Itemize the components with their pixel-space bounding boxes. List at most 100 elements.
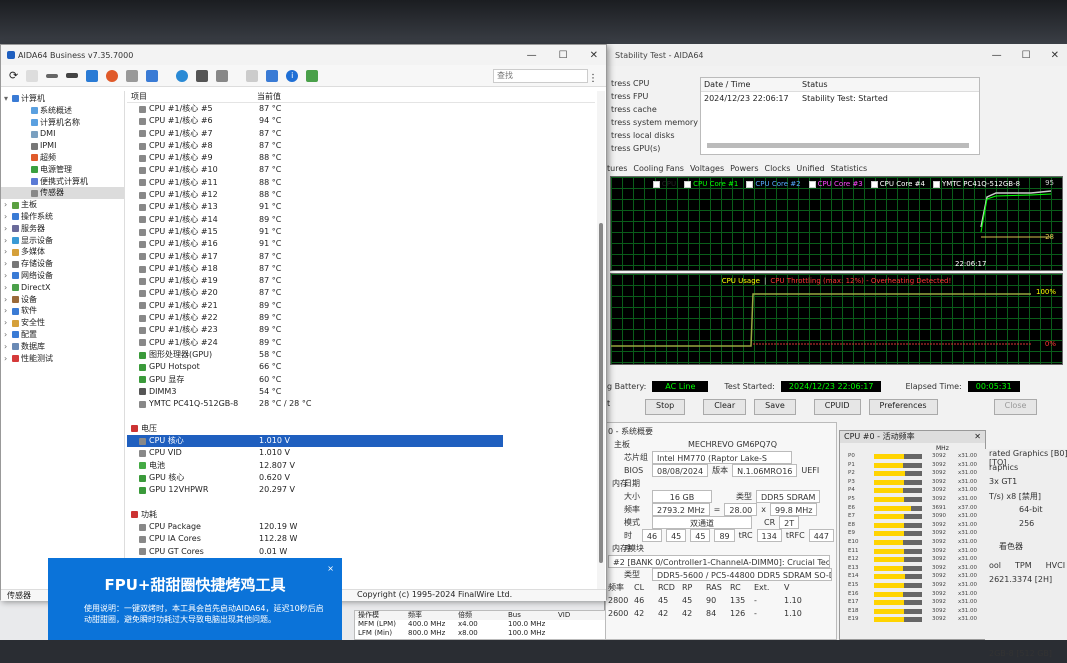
table-row[interactable]: CPU #1/核心 #17 87 °C: [127, 251, 595, 263]
table-row[interactable]: CPU #1/核心 #15 91 °C: [127, 226, 595, 238]
update-icon[interactable]: [306, 69, 319, 82]
col-value[interactable]: 当前值: [257, 91, 281, 102]
table-row[interactable]: GPU 核心 0.620 V: [127, 472, 595, 484]
tab-powers[interactable]: Powers: [730, 164, 758, 173]
col-item[interactable]: 项目: [127, 91, 257, 102]
maximize-icon[interactable]: ☐: [1022, 50, 1031, 61]
table-row[interactable]: CPU VID 1.010 V: [127, 447, 595, 459]
banner-close-icon[interactable]: ×: [327, 564, 334, 573]
start-button[interactable]: t: [607, 399, 610, 408]
table-row[interactable]: CPU #1/核心 #18 87 °C: [127, 263, 595, 275]
maximize-icon[interactable]: ☐: [559, 50, 568, 61]
table-row[interactable]: GPU 12VHPWR 20.297 V: [127, 484, 595, 496]
tree-item[interactable]: › 网络设备: [1, 270, 124, 282]
tree-expand-icon[interactable]: ›: [4, 353, 10, 365]
flame-icon[interactable]: [106, 69, 119, 82]
table-row[interactable]: CPU #1/核心 #9 88 °C: [127, 152, 595, 164]
tree-expand-icon[interactable]: ›: [4, 258, 10, 270]
tree-item[interactable]: › 设备: [1, 294, 124, 306]
tree-item[interactable]: 便携式计算机: [1, 176, 124, 188]
table-row[interactable]: CPU #1/核心 #11 88 °C: [127, 177, 595, 189]
list-icon[interactable]: [216, 69, 229, 82]
tree-item[interactable]: › 存储设备: [1, 258, 124, 270]
table-row[interactable]: CPU #1/核心 #14 89 °C: [127, 214, 595, 226]
table-row[interactable]: CPU #1/核心 #24 89 °C: [127, 337, 595, 349]
tree-item[interactable]: › 显示设备: [1, 235, 124, 247]
tree-item[interactable]: DMI: [1, 128, 124, 140]
tree-expand-icon[interactable]: ›: [4, 235, 10, 247]
table-row[interactable]: 图形处理器(GPU) 58 °C: [127, 349, 595, 361]
table-row[interactable]: 电池 12.807 V: [127, 460, 595, 472]
table-row[interactable]: GPU Hotspot 66 °C: [127, 361, 595, 373]
tree-item[interactable]: › DirectX: [1, 282, 124, 294]
tree-expand-icon[interactable]: ›: [4, 294, 10, 306]
stress-fpu-check[interactable]: tress FPU: [605, 90, 698, 103]
tree-item[interactable]: › 操作系统: [1, 211, 124, 223]
stress-cache-check[interactable]: tress cache: [605, 103, 698, 116]
tree-expand-icon[interactable]: ›: [4, 305, 10, 317]
table-row[interactable]: CPU #1/核心 #19 87 °C: [127, 275, 595, 287]
tree-item[interactable]: › 性能测试: [1, 353, 124, 365]
stress-disks-check[interactable]: tress local disks: [605, 129, 698, 142]
report-icon[interactable]: [26, 69, 39, 82]
table-row[interactable]: CPU #1/核心 #7 87 °C: [127, 128, 595, 140]
tab-unified[interactable]: Unified: [796, 164, 824, 173]
preferences-button[interactable]: Preferences: [868, 399, 938, 415]
table-row[interactable]: CPU #1/核心 #20 87 °C: [127, 287, 595, 299]
cpuid-button[interactable]: CPUID: [813, 399, 861, 415]
close-icon[interactable]: ✕: [590, 50, 598, 61]
table-row[interactable]: CPU #1/核心 #21 89 °C: [127, 300, 595, 312]
table-row[interactable]: CPU #1/核心 #13 91 °C: [127, 201, 595, 213]
scroll-thumb[interactable]: [599, 223, 603, 563]
search-input[interactable]: [493, 68, 588, 83]
tree-item[interactable]: 超频: [1, 152, 124, 164]
tree-item[interactable]: IPMI: [1, 140, 124, 152]
tab-cooling-fans[interactable]: Cooling Fans: [633, 164, 684, 173]
tree-item[interactable]: ▾ 计算机: [1, 93, 124, 105]
tree-item[interactable]: › 数据库: [1, 341, 124, 353]
stress-gpu-check[interactable]: tress GPU(s): [605, 142, 698, 155]
legend-core4[interactable]: CPU Core #4: [870, 180, 925, 188]
refresh-icon[interactable]: ⟳: [9, 69, 18, 82]
tab-statistics[interactable]: Statistics: [831, 164, 868, 173]
tree-expand-icon[interactable]: ›: [4, 199, 10, 211]
vertical-scrollbar[interactable]: [597, 91, 605, 591]
tree-expand-icon[interactable]: ›: [4, 246, 10, 258]
legend-core1[interactable]: CPU Core #1: [684, 180, 738, 188]
tree-expand-icon[interactable]: ▾: [4, 93, 10, 105]
status-scrollbar[interactable]: [707, 143, 969, 148]
table-row[interactable]: CPU #1/核心 #22 89 °C: [127, 312, 595, 324]
memory-icon[interactable]: [46, 73, 59, 78]
tab-temperatures[interactable]: tures: [607, 164, 627, 173]
tree-item[interactable]: › 主板: [1, 199, 124, 211]
table-row[interactable]: CPU #1/核心 #6 94 °C: [127, 115, 595, 127]
legend-core3[interactable]: CPU Core #3: [808, 180, 863, 188]
table-row[interactable]: DIMM3 54 °C: [127, 386, 595, 398]
tree-expand-icon[interactable]: ›: [4, 341, 10, 353]
network-icon[interactable]: [86, 69, 99, 82]
user-icon[interactable]: [146, 69, 159, 82]
group-header[interactable]: 电压: [127, 423, 595, 435]
table-row[interactable]: CPU #1/核心 #23 89 °C: [127, 324, 595, 336]
save-button[interactable]: Save: [754, 399, 796, 415]
legend-cpu[interactable]: CPU: [652, 180, 676, 188]
tree-item[interactable]: 计算机名称: [1, 117, 124, 129]
database-icon[interactable]: [196, 69, 209, 82]
table-row[interactable]: CPU #1/核心 #5 87 °C: [127, 103, 595, 115]
group-header[interactable]: 功耗: [127, 509, 595, 521]
more-menu-icon[interactable]: ⋮: [588, 73, 598, 84]
stop-button[interactable]: Stop: [645, 399, 686, 415]
tree-item[interactable]: 电源管理: [1, 164, 124, 176]
legend-core2[interactable]: CPU Core #2: [746, 180, 801, 188]
minimize-icon[interactable]: —: [992, 50, 1002, 61]
table-row[interactable]: CPU 核心 1.010 V: [127, 435, 503, 448]
table-row[interactable]: CPU Package 120.19 W: [127, 521, 595, 533]
close-icon[interactable]: ✕: [1051, 50, 1059, 61]
table-row[interactable]: CPU #1/核心 #16 91 °C: [127, 238, 595, 250]
clear-button[interactable]: Clear: [703, 399, 747, 415]
tree-expand-icon[interactable]: ›: [4, 329, 10, 341]
disk-icon[interactable]: [66, 73, 79, 78]
tree-item[interactable]: › 软件: [1, 305, 124, 317]
forum-icon[interactable]: [266, 69, 279, 82]
tree-item[interactable]: › 安全性: [1, 317, 124, 329]
